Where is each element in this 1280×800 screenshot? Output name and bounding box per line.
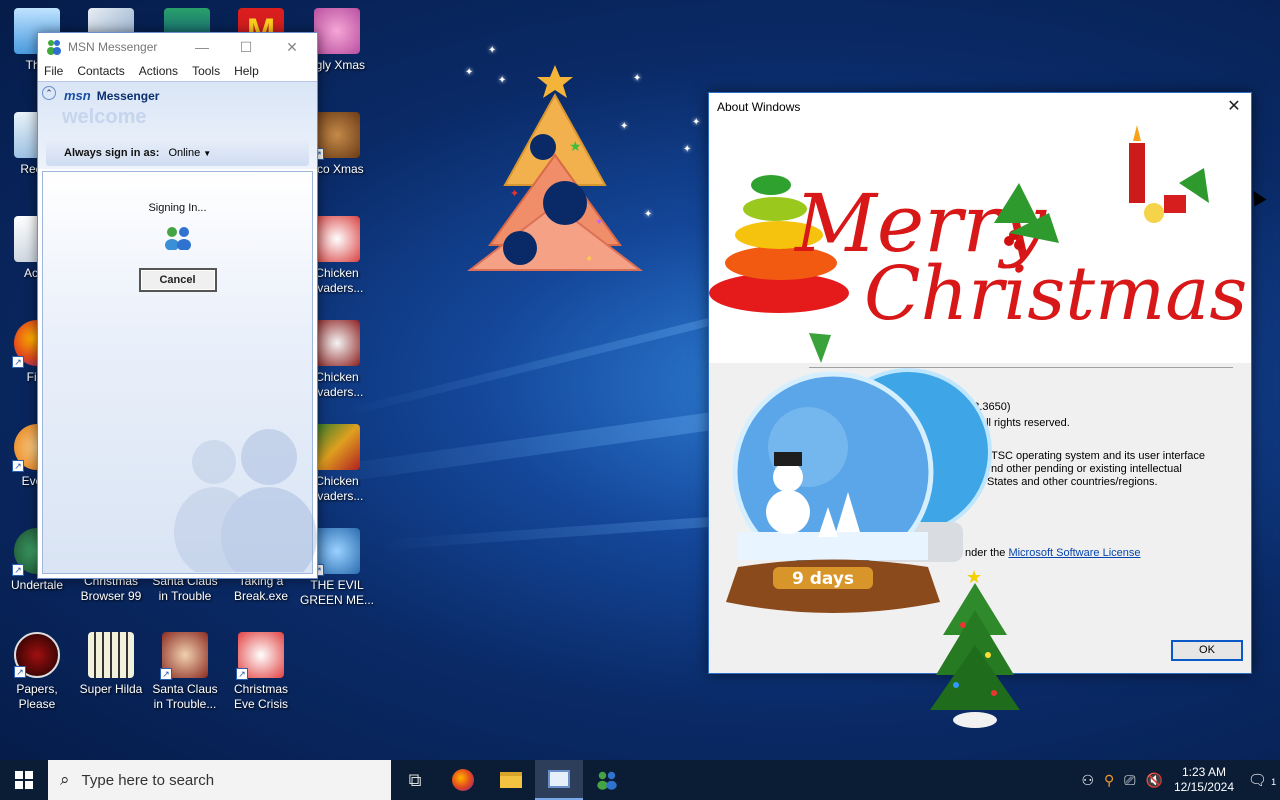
- chicken-icon: [314, 216, 360, 262]
- file-explorer-taskbar-button[interactable]: [487, 760, 535, 800]
- menu-contacts[interactable]: Contacts: [77, 61, 124, 81]
- sparkle-icon: ✦: [692, 117, 701, 128]
- msn-title: MSN Messenger: [68, 40, 158, 54]
- sparkle-icon: ✦: [683, 144, 692, 155]
- folder-icon: [500, 772, 522, 788]
- msn-tray-icon[interactable]: ⚇: [1081, 772, 1094, 789]
- search-tool-tray-icon[interactable]: ⚲: [1104, 772, 1114, 789]
- firefox-taskbar-button[interactable]: [439, 760, 487, 800]
- about-title: About Windows: [709, 93, 1251, 123]
- desktop-icon-super-hilda[interactable]: Super Hilda: [74, 632, 148, 697]
- close-button[interactable]: ✕: [277, 37, 307, 57]
- svg-text:✦: ✦: [595, 217, 603, 228]
- santa-icon: ↗: [160, 632, 208, 680]
- pixel-art-icon: [88, 632, 134, 678]
- menu-actions[interactable]: Actions: [139, 61, 178, 81]
- notification-center-button[interactable]: 🗨 1: [1244, 771, 1280, 789]
- tsc-text-1: TSC operating system and its user interf…: [991, 450, 1205, 462]
- collapse-icon[interactable]: ⌃: [42, 86, 56, 100]
- svg-text:✦: ✦: [585, 254, 593, 265]
- status-dropdown[interactable]: Online ▼: [168, 147, 211, 159]
- papers-please-icon: ↗: [14, 632, 60, 678]
- msn-body: Signing In... Cancel: [42, 171, 317, 574]
- minimize-button[interactable]: —: [187, 37, 217, 57]
- always-sign-in-label: Always sign in as:: [64, 147, 160, 159]
- close-button[interactable]: ✕: [1223, 96, 1245, 118]
- cancel-button[interactable]: Cancel: [138, 268, 217, 292]
- ok-button[interactable]: OK: [1171, 640, 1243, 661]
- firefox-icon: [452, 769, 474, 791]
- sparkle-icon: ✦: [644, 209, 653, 220]
- desktop-icon-santa-claus-trouble-2[interactable]: ↗ Santa Claus in Trouble...: [148, 632, 222, 712]
- msn-buddy-icon: [47, 40, 61, 55]
- task-view-button[interactable]: ⧉: [391, 760, 439, 800]
- system-tray: ⚇ ⚲ ⎚ 🔇 1:23 AM 12/15/2024 🗨 1: [1076, 760, 1280, 800]
- christmas-tree-widget: ★ ✦ ✦ ✦: [467, 65, 643, 271]
- search-placeholder: Type here to search: [81, 771, 215, 789]
- volume-muted-icon[interactable]: 🔇: [1146, 772, 1163, 789]
- msn-header: ⌃ msn Messenger welcome Always sign in as…: [38, 81, 317, 169]
- desktop-icon-label: Christmas Eve Crisis: [233, 682, 288, 711]
- notification-icon: 🗨: [1247, 772, 1267, 789]
- desktop-icon-label: Santa Claus in Trouble...: [152, 682, 218, 711]
- chevron-down-icon: ▼: [203, 149, 212, 158]
- license-link[interactable]: Microsoft Software License: [1008, 547, 1140, 559]
- desktop-icon-christmas-eve-crisis[interactable]: ↗ Christmas Eve Crisis: [224, 632, 298, 712]
- bear-icon: ↗: [312, 112, 360, 160]
- welcome-text: welcome: [62, 106, 147, 128]
- desktop-icon-label: Papers, Please: [16, 682, 58, 711]
- msn-logo: msn Messenger: [64, 88, 159, 103]
- status-value: Online: [168, 147, 201, 159]
- msn-messenger-window[interactable]: MSN Messenger — ☐ ✕ File Contacts Action…: [37, 32, 318, 579]
- desktop-icon-label: THE EVIL GREEN ME...: [300, 578, 375, 607]
- msn-menu-bar: File Contacts Actions Tools Help: [38, 61, 317, 81]
- msn-buddy-icon: ↗: [312, 528, 360, 576]
- msn-title-bar[interactable]: MSN Messenger — ☐ ✕: [38, 33, 317, 61]
- menu-tools[interactable]: Tools: [192, 61, 220, 81]
- tsc-text-3: States and other countries/regions.: [987, 476, 1158, 488]
- christmas-text: Christmas: [864, 251, 1247, 337]
- msn-buddies-icon: [164, 227, 191, 250]
- santa-icon: ↗: [236, 632, 284, 680]
- msn-watermark-icon: [174, 429, 317, 572]
- windows-logo-icon: [15, 771, 33, 789]
- menu-help[interactable]: Help: [234, 61, 259, 81]
- chicken-icon: [314, 424, 360, 470]
- task-view-icon: ⧉: [408, 769, 422, 790]
- clock-time: 1:23 AM: [1181, 765, 1226, 779]
- start-button[interactable]: [0, 760, 48, 800]
- network-icon[interactable]: ⎚: [1124, 772, 1135, 789]
- desktop-icon-papers-please[interactable]: ↗ Papers, Please: [0, 632, 74, 712]
- svg-text:★: ★: [569, 139, 582, 155]
- chicken-icon: [314, 320, 360, 366]
- christmas-tree-icon: ★: [930, 567, 1020, 728]
- tsc-text-2: nd other pending or existing intellectua…: [991, 463, 1182, 475]
- clock-date: 12/15/2024: [1173, 780, 1234, 794]
- signing-in-text: Signing In...: [148, 202, 207, 214]
- window-icon: [548, 770, 570, 788]
- menu-file[interactable]: File: [44, 61, 63, 81]
- pig-icon: [314, 8, 360, 54]
- desktop-icon-label: Undertale: [10, 578, 64, 592]
- search-icon: ⌕: [60, 770, 70, 789]
- notification-count: 1: [1271, 777, 1277, 787]
- msn-logo-text: msn: [64, 88, 91, 103]
- taskbar: ⌕ Type here to search ⧉ ⚇ ⚲ ⎚ 🔇 1:23 AM …: [0, 760, 1280, 800]
- svg-text:✦: ✦: [510, 187, 519, 200]
- search-box[interactable]: ⌕ Type here to search: [48, 760, 391, 800]
- msn-taskbar-button[interactable]: [583, 760, 631, 800]
- msn-logo-product: Messenger: [96, 89, 160, 103]
- merry-christmas-banner: Merry Christmas: [709, 123, 1251, 363]
- clock[interactable]: 1:23 AM 12/15/2024: [1174, 765, 1234, 795]
- maximize-button[interactable]: ☐: [231, 37, 261, 57]
- about-windows-taskbar-button[interactable]: [535, 760, 583, 800]
- always-sign-in-bar: Always sign in as: Online ▼: [46, 140, 309, 166]
- days-counter: 9 days: [792, 569, 854, 589]
- msn-buddy-icon: [597, 771, 617, 790]
- desktop-icon-label: Super Hilda: [79, 682, 143, 696]
